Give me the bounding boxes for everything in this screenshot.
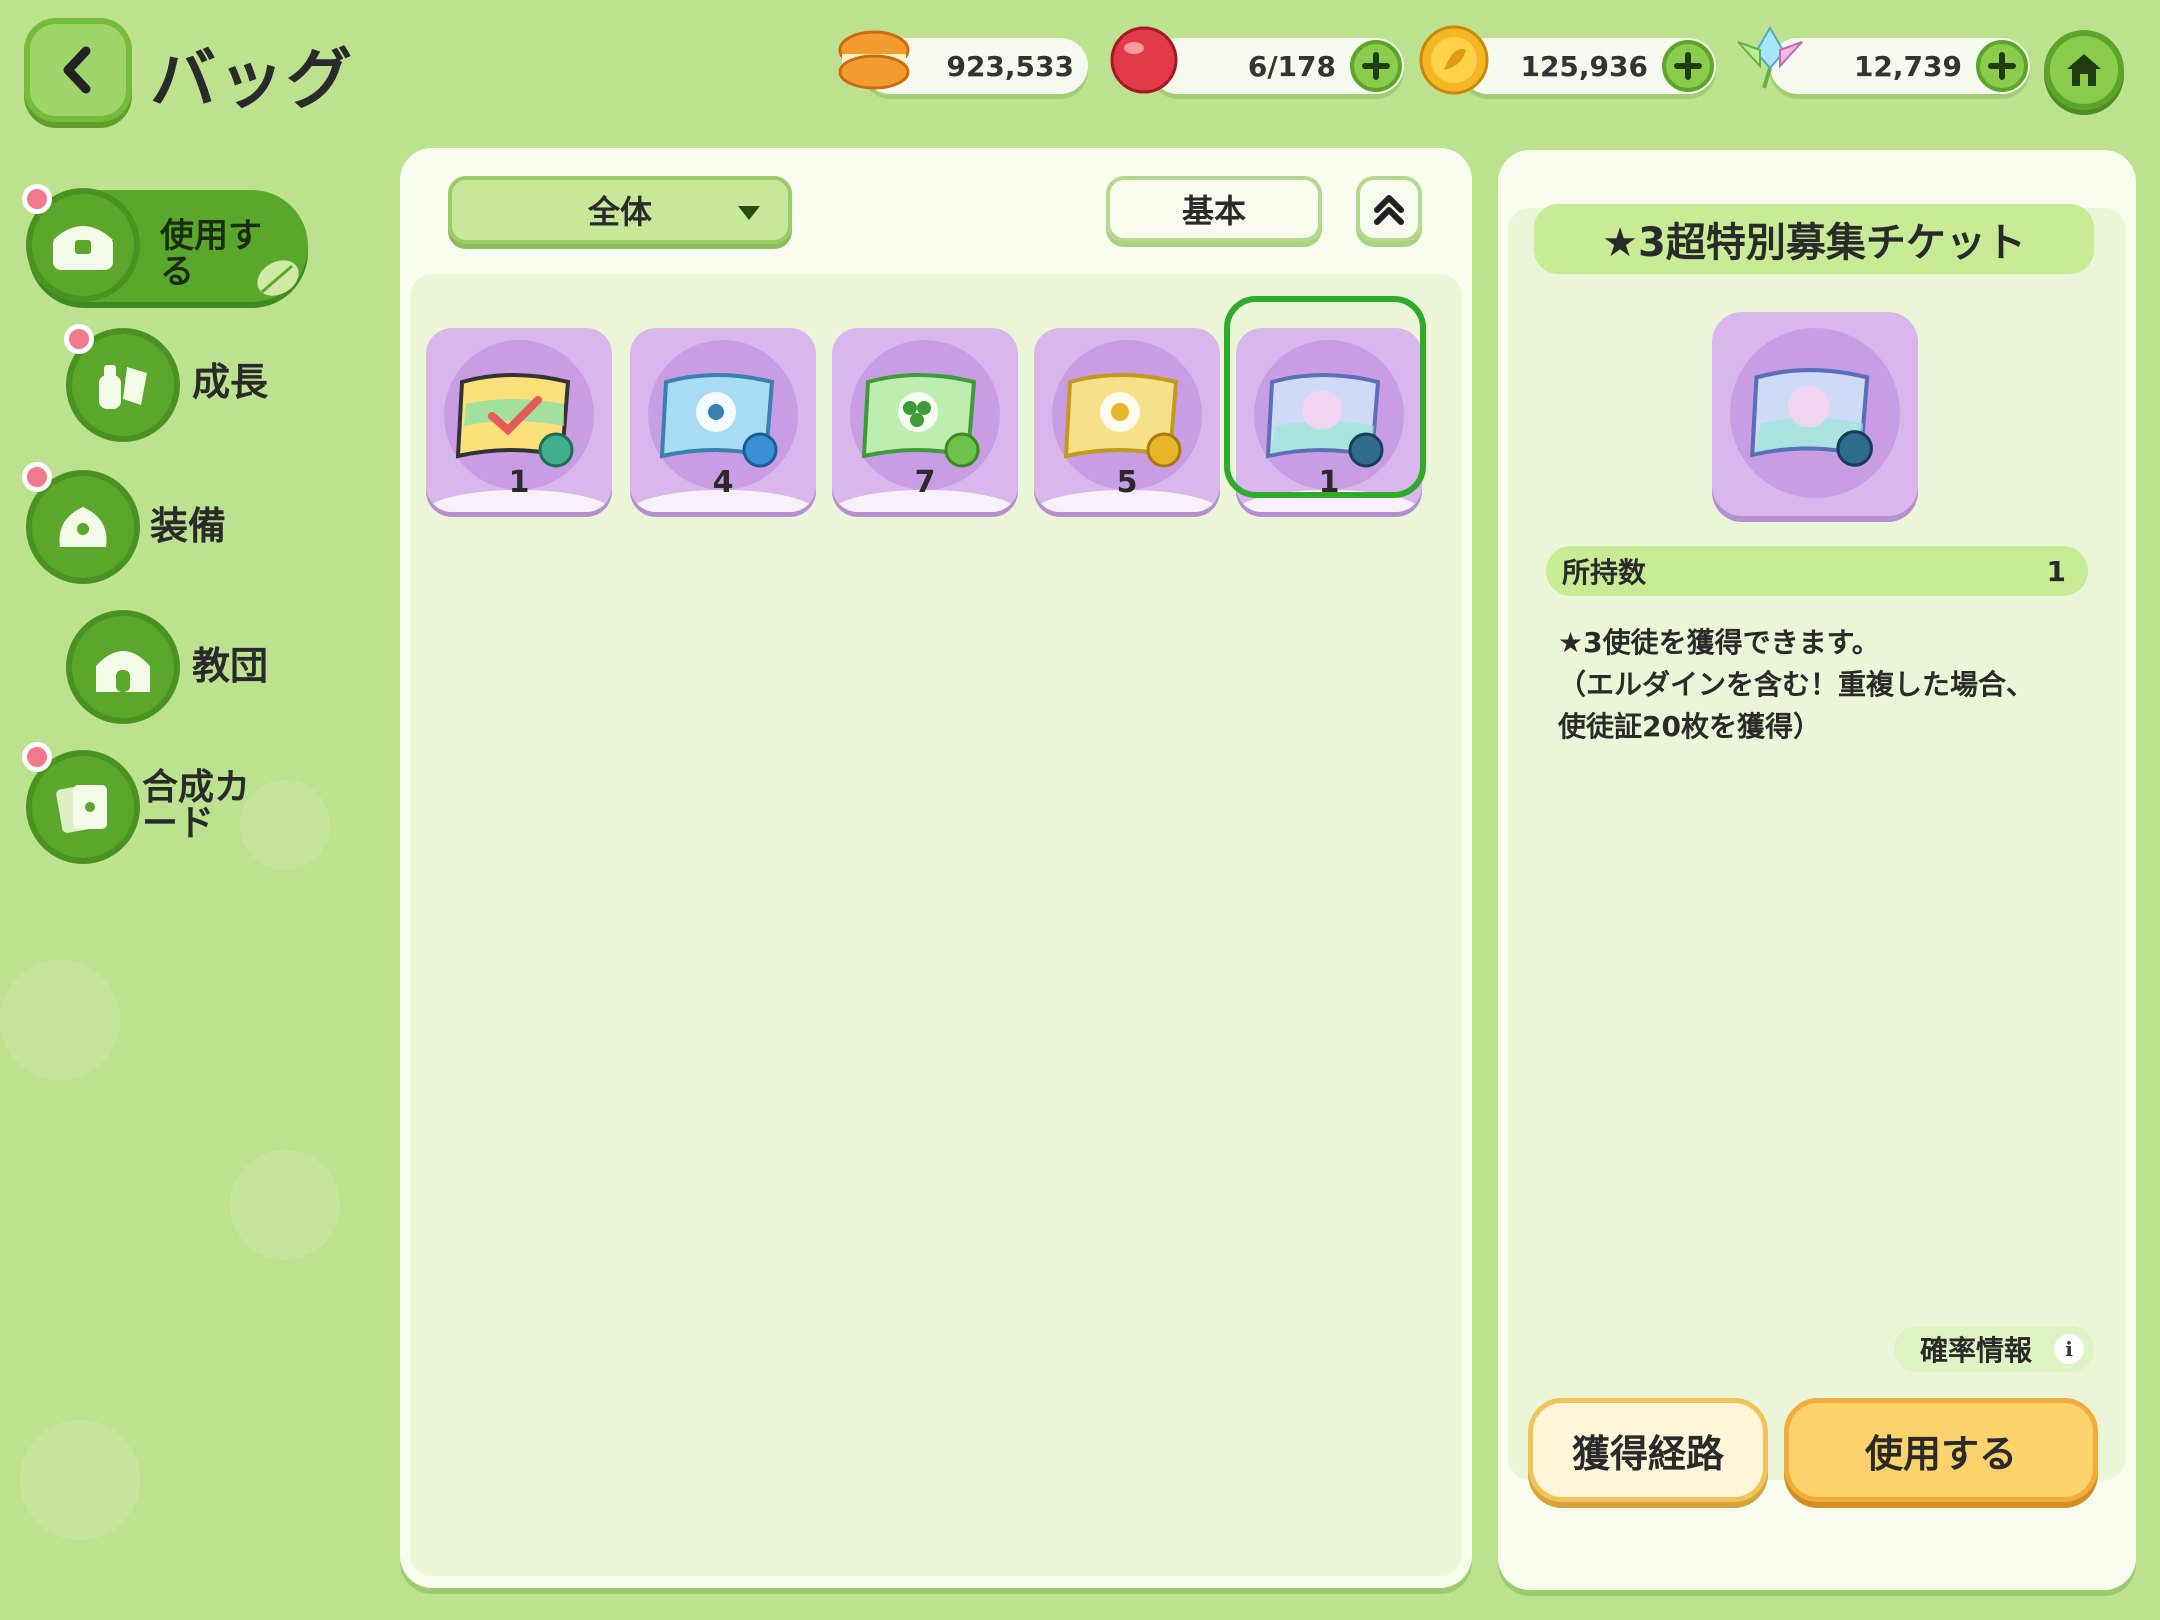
use-item-label: 使用する: [1864, 1431, 2017, 1476]
sort-label: 基本: [1181, 192, 1246, 230]
inventory-item-gold-ticket[interactable]: 5: [1034, 328, 1220, 512]
detail-item-icon: [1712, 312, 1918, 516]
use-item-button[interactable]: 使用する: [1784, 1398, 2098, 1502]
drop-rate-info-button[interactable]: 確率情報 i: [1894, 1326, 2094, 1372]
item-count: 7: [914, 465, 936, 500]
info-icon: i: [2054, 1334, 2084, 1364]
rainbow-ticket-icon: [455, 373, 574, 468]
sort-order-button[interactable]: [1356, 176, 1422, 242]
macaron-value: 923,533: [946, 49, 1074, 83]
category-filter-label: 全体: [587, 193, 652, 231]
home-button[interactable]: [2044, 30, 2124, 110]
candy-icon: [1110, 26, 1178, 94]
sidebar-item-fusion-card[interactable]: 合成カード: [22, 742, 264, 870]
candy-counter: 6/178: [1150, 38, 1404, 94]
blue-ticket-icon: [659, 373, 778, 468]
item-count: 4: [712, 465, 734, 500]
notification-flower-icon: [22, 742, 52, 772]
sidebar-item-label: 使用する: [160, 216, 262, 292]
macaron-icon: [838, 30, 910, 90]
notification-flower-icon: [22, 184, 52, 214]
back-button[interactable]: [24, 18, 132, 122]
sidebar-item-cult[interactable]: 教団: [64, 606, 294, 726]
inventory-item-green-ticket[interactable]: 7: [832, 328, 1018, 512]
crystal-value: 12,739: [1853, 49, 1962, 83]
inventory-panel: 全体 基本 1 4 7 5 1: [400, 148, 1472, 1588]
item-detail-panel: ★3超特別募集チケット 所持数 1 ★3使徒を獲得できます。 （エルダインを含む…: [1498, 150, 2136, 1590]
gold-coin-icon: [1419, 25, 1489, 95]
drop-rate-label: 確率情報: [1920, 1334, 2033, 1367]
sidebar-item-use[interactable]: 使用する: [22, 184, 314, 308]
sidebar-item-growth[interactable]: 成長: [64, 324, 294, 446]
plus-icon: [1988, 52, 2016, 80]
green-ticket-icon: [861, 373, 980, 468]
candy-value: 6/178: [1247, 49, 1336, 83]
back-arrow-icon: [63, 46, 91, 94]
sidebar-item-label: 教団: [192, 644, 269, 688]
notification-flower-icon: [22, 462, 52, 492]
description-line: ★3使徒を獲得できます。: [1558, 626, 1880, 659]
inventory-item-blue-ticket[interactable]: 4: [630, 328, 816, 512]
star3-ticket-icon: [1750, 368, 1873, 467]
owned-count-row: 所持数 1: [1546, 546, 2088, 596]
item-count: 5: [1116, 465, 1138, 500]
description-line: （エルダインを含む！重複した場合、: [1558, 668, 2035, 701]
sidebar-item-label: 合成カード: [142, 767, 251, 844]
selected-item-frame: [1224, 296, 1426, 498]
acquisition-route-button[interactable]: 獲得経路: [1528, 1398, 1768, 1502]
description-line: 使徒証20枚を獲得）: [1558, 710, 1821, 743]
gold-counter: 125,936: [1460, 38, 1716, 94]
item-title: ★3超特別募集チケット: [1534, 204, 2094, 274]
add-crystal-button[interactable]: [1976, 40, 2028, 92]
home-icon: [2067, 54, 2101, 86]
gold-value: 125,936: [1520, 49, 1648, 83]
owned-value: 1: [2046, 554, 2066, 588]
plus-icon: [1674, 52, 1702, 80]
owned-label: 所持数: [1562, 556, 1647, 589]
chapel-icon: [66, 610, 180, 724]
page-title: バッグ: [150, 41, 354, 118]
sidebar-item-label: 成長: [192, 360, 269, 404]
sidebar-item-equipment[interactable]: 装備: [22, 462, 264, 586]
notification-flower-icon: [64, 324, 94, 354]
inventory-item-rainbow-ticket[interactable]: 1: [426, 328, 612, 512]
item-count: 1: [508, 465, 530, 500]
crystal-icon: [1737, 26, 1803, 89]
category-filter-dropdown[interactable]: 全体: [448, 176, 792, 244]
item-description: ★3使徒を獲得できます。 （エルダインを含む！重複した場合、 使徒証20枚を獲得…: [1558, 622, 2078, 748]
plus-icon: [1362, 52, 1390, 80]
gold-ticket-icon: [1063, 373, 1182, 468]
sort-button[interactable]: 基本: [1106, 176, 1322, 242]
add-candy-button[interactable]: [1350, 40, 1402, 92]
sidebar-item-label: 装備: [150, 504, 227, 548]
add-gold-button[interactable]: [1662, 40, 1714, 92]
double-chevron-up-icon: [1374, 195, 1404, 225]
chevron-down-icon: [738, 206, 760, 220]
acquisition-route-label: 獲得経路: [1571, 1431, 1724, 1476]
